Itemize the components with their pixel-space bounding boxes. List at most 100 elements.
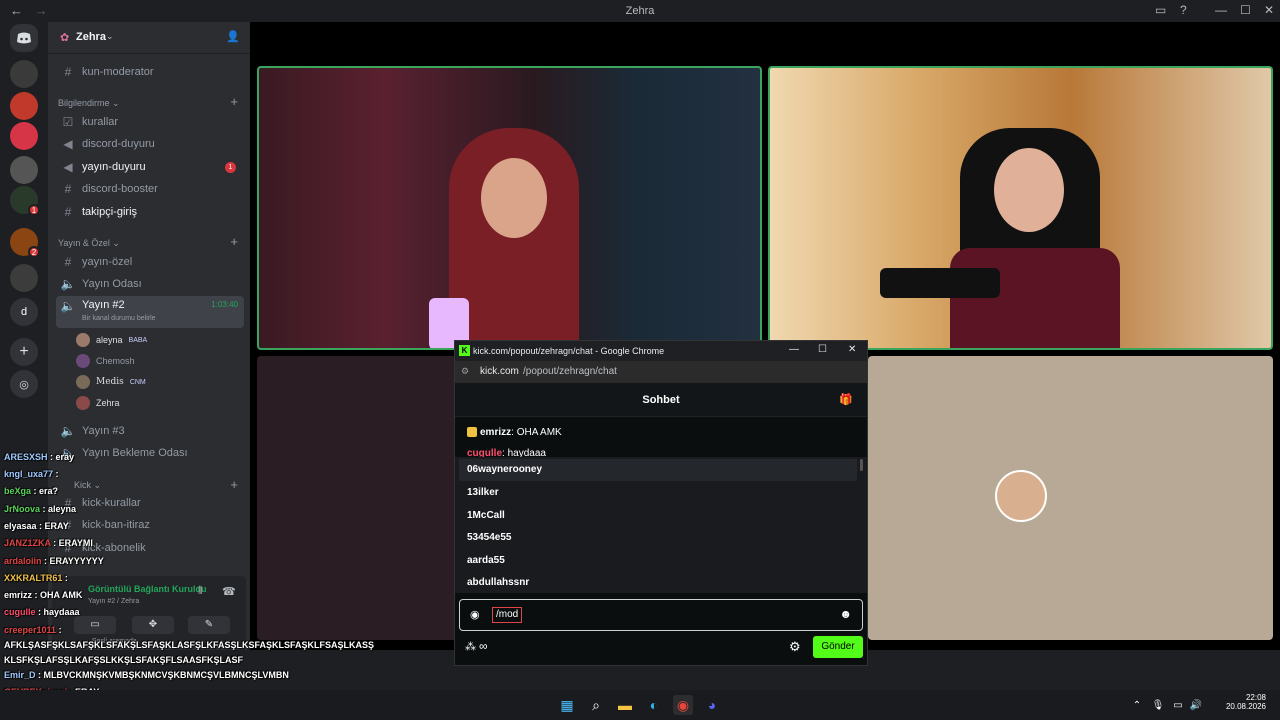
search-icon[interactable]: ⌕	[586, 695, 606, 715]
help-icon[interactable]: ?	[1180, 3, 1187, 17]
suggestion-item[interactable]: 13ilker	[459, 482, 857, 504]
maximize-icon[interactable]: ☐	[1240, 3, 1251, 17]
followers-icon[interactable]: ⁂	[465, 640, 476, 653]
announcement-icon: ◀	[63, 160, 73, 174]
add-member-icon[interactable]: 👤	[226, 30, 240, 43]
voice-channel-item[interactable]: 🔈 Yayın Odası	[56, 273, 244, 295]
avatar	[76, 333, 90, 347]
channel-item[interactable]: ☑ kurallar	[56, 111, 244, 133]
edge-icon[interactable]: ◐	[644, 695, 664, 715]
category-header[interactable]: Bilgilendirme ⌄	[58, 98, 120, 109]
suggestion-item[interactable]: 1McCall	[459, 505, 857, 527]
start-icon[interactable]: ▦	[557, 695, 577, 715]
overlay-chat-text: MLBVCKMNŞKVMBŞKNMCVŞKBNMCŞVLBMNCŞLVMBN	[43, 670, 289, 680]
minimize-icon[interactable]: —	[789, 344, 799, 355]
inbox-icon[interactable]: ▭	[1155, 3, 1166, 17]
overlay-chat-line: elyasaa : ERAY	[4, 521, 69, 531]
notification-badge: 1	[28, 204, 40, 216]
chrome-icon[interactable]: ◉	[673, 695, 693, 715]
channel-item[interactable]: # discord-booster	[56, 178, 244, 200]
overlay-chat-line: creeper1011 :	[4, 625, 62, 635]
channel-item[interactable]: # takipçi-giriş	[56, 201, 244, 223]
volume-icon[interactable]: 🔊	[1186, 695, 1206, 715]
server-icon[interactable]: 2	[10, 228, 40, 258]
add-server-icon[interactable]: +	[10, 338, 38, 366]
stream-tile-4[interactable]	[868, 356, 1273, 640]
microphone-icon[interactable]: 🎙	[1148, 695, 1168, 715]
suggestion-item[interactable]: 06waynerooney	[459, 459, 857, 481]
server-folder-icon[interactable]	[10, 264, 38, 292]
settings-icon[interactable]: ⚙	[789, 639, 801, 655]
overlay-chat-line: KLSFKŞLAFSŞLKAFŞSLKKŞLSFAKŞFLSAASFKŞLASF	[4, 655, 243, 665]
close-icon[interactable]: ✕	[848, 344, 856, 355]
add-channel-icon[interactable]: +	[230, 94, 238, 109]
minimize-icon[interactable]: —	[1215, 3, 1227, 17]
close-icon[interactable]: ✕	[1264, 3, 1274, 17]
clock-date: 20.08.2026	[1225, 702, 1266, 711]
chat-title: Sohbet	[642, 394, 680, 406]
server-icon[interactable]	[10, 60, 38, 88]
voice-channel-item[interactable]: 🔈 Yayın #3	[56, 420, 244, 442]
site-settings-icon[interactable]: ⚙	[461, 366, 469, 377]
channel-item[interactable]: ◀ discord-duyuru	[56, 133, 244, 155]
discord-taskbar-icon[interactable]: ◕	[702, 695, 722, 715]
emote-menu-icon[interactable]: ◉	[470, 608, 480, 621]
send-button[interactable]: Gönder	[813, 636, 863, 658]
overlay-chat-text: OHA AMK	[40, 590, 83, 600]
overlay-chat-text: ERAYYYYYY	[49, 556, 104, 566]
server-icon[interactable]: d	[10, 298, 38, 326]
file-explorer-icon[interactable]: ▬	[615, 695, 635, 715]
clock[interactable]: 22:08 20.08.2026	[1212, 693, 1266, 711]
channel-item[interactable]: ◀ yayın-duyuru 1	[56, 156, 244, 178]
voice-user[interactable]: Medis CNM	[76, 372, 146, 392]
popup-titlebar: K kick.com/popout/zehragn/chat - Google …	[455, 341, 867, 361]
user-name: Chemosh	[96, 356, 135, 366]
stream-tile-1[interactable]	[257, 66, 762, 350]
voice-status[interactable]: Bir kanal durumu belirle	[82, 315, 156, 322]
chat-username[interactable]: emrizz	[480, 427, 511, 438]
server-icon[interactable]: 1	[10, 186, 40, 216]
user-name: Zehra	[96, 398, 120, 408]
category-label: Bilgilendirme	[58, 98, 110, 108]
user-name: Medis	[96, 377, 124, 387]
suggestion-item[interactable]: abdullahssnr	[459, 572, 857, 594]
server-header[interactable]: ✿ Zehra ⌄ 👤	[48, 22, 250, 54]
scrollbar[interactable]	[860, 459, 863, 471]
overlay-chat-user: emrizz	[4, 590, 33, 600]
suggestion-item[interactable]: 53454e55	[459, 527, 857, 549]
server-icon[interactable]	[10, 156, 38, 184]
overlay-chat: ARESXSH : eray kngl_uxa77 : beXga : era? J…	[0, 450, 374, 720]
stream-tile-2[interactable]	[768, 66, 1273, 350]
voice-user[interactable]: aleyna BABA	[76, 330, 147, 350]
microphone	[880, 268, 1000, 298]
chat-input-box[interactable]: ◉ /mod ☻	[459, 599, 863, 631]
overlay-chat-text: ERAY	[44, 521, 69, 531]
emoji-icon[interactable]: ☻	[839, 607, 852, 621]
voice-user[interactable]: Zehra	[76, 393, 120, 413]
suggestion-item[interactable]: aarda55	[459, 550, 857, 572]
chat-input-text[interactable]: /mod	[492, 607, 523, 623]
channel-label: discord-duyuru	[82, 138, 155, 150]
channel-item[interactable]: # yayın-özel	[56, 251, 244, 273]
server-icon[interactable]	[10, 92, 38, 120]
channel-item[interactable]: # kun-moderator	[56, 61, 244, 83]
server-icon[interactable]	[10, 122, 38, 150]
category-header[interactable]: Yayın & Özel ⌄	[58, 238, 120, 249]
overlay-chat-text: ERAYMI	[58, 538, 93, 548]
tray-chevron-icon[interactable]: ⌃	[1127, 695, 1147, 715]
popup-window-title: kick.com/popout/zehragn/chat - Google Ch…	[473, 346, 665, 356]
maximize-icon[interactable]: ☐	[818, 344, 827, 355]
overlay-chat-user: beXga	[4, 486, 32, 496]
notification-badge: 1	[225, 161, 236, 173]
network-icon[interactable]: ▭	[1168, 695, 1188, 715]
gift-icon[interactable]: 🎁	[839, 383, 853, 417]
voice-user[interactable]: Chemosh	[76, 351, 135, 371]
overlay-chat-separator: :	[50, 538, 59, 548]
overlay-chat-line: Emir_D : MLBVCKMNŞKVMBŞKNMCVŞKBNMCŞVLBMN…	[4, 670, 289, 680]
overlay-chat-text: era?	[39, 486, 59, 496]
url-bar[interactable]: ⚙ kick.com /popout/zehragn/chat	[455, 361, 867, 383]
explore-icon[interactable]: ◎	[10, 370, 38, 398]
add-channel-icon[interactable]: +	[230, 234, 238, 249]
voice-channel-item-active[interactable]: 🔈 Yayın #2 1:03:40 Bir kanal durumu belir…	[56, 296, 244, 328]
discord-home-icon[interactable]	[10, 24, 38, 52]
